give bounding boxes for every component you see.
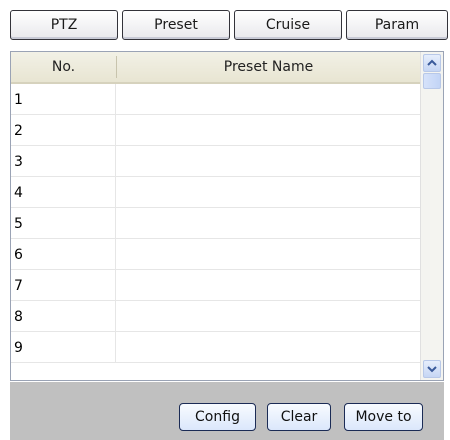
cell-no: 5 — [11, 208, 116, 239]
table-row[interactable]: 5 — [11, 208, 420, 239]
chevron-down-icon — [427, 366, 437, 373]
table-row[interactable]: 8 — [11, 301, 420, 332]
table-row[interactable]: 4 — [11, 177, 420, 208]
vertical-scrollbar[interactable] — [420, 52, 443, 380]
tab-bar: PTZ Preset Cruise Param — [10, 10, 448, 44]
scroll-down-button[interactable] — [423, 360, 441, 378]
table-row[interactable]: 2 — [11, 115, 420, 146]
scroll-up-button[interactable] — [423, 54, 441, 72]
tab-cruise[interactable]: Cruise — [234, 10, 342, 40]
tab-preset[interactable]: Preset — [122, 10, 230, 40]
cell-preset-name — [117, 332, 420, 363]
move-to-button[interactable]: Move to — [344, 403, 423, 431]
cell-no: 9 — [11, 332, 116, 363]
cell-preset-name — [117, 208, 420, 239]
chevron-up-icon — [427, 59, 437, 66]
cell-no: 4 — [11, 177, 116, 208]
table-row[interactable]: 7 — [11, 270, 420, 301]
cell-preset-name — [117, 239, 420, 270]
table-body: 1 2 3 4 5 6 7 8 9 — [11, 84, 420, 363]
cell-no: 6 — [11, 239, 116, 270]
table-row[interactable]: 3 — [11, 146, 420, 177]
cell-no: 1 — [11, 84, 116, 115]
cell-preset-name — [117, 115, 420, 146]
cell-preset-name — [117, 301, 420, 332]
column-header-preset-name: Preset Name — [223, 59, 314, 75]
preset-table: No. Preset Name 1 2 3 4 5 6 7 8 9 — [10, 51, 444, 381]
cell-preset-name — [117, 146, 420, 177]
cell-no: 8 — [11, 301, 116, 332]
tab-param[interactable]: Param — [346, 10, 448, 40]
table-row[interactable]: 1 — [11, 84, 420, 115]
table-header: No. Preset Name — [11, 52, 420, 84]
table-row[interactable]: 6 — [11, 239, 420, 270]
scrollbar-thumb[interactable] — [423, 73, 441, 89]
config-button[interactable]: Config — [179, 403, 256, 431]
action-bar: Config Clear Move to — [10, 382, 444, 440]
table-row[interactable]: 9 — [11, 332, 420, 363]
tab-ptz[interactable]: PTZ — [10, 10, 118, 40]
cell-no: 7 — [11, 270, 116, 301]
cell-preset-name — [117, 84, 420, 115]
cell-preset-name — [117, 177, 420, 208]
cell-no: 2 — [11, 115, 116, 146]
cell-no: 3 — [11, 146, 116, 177]
cell-preset-name — [117, 270, 420, 301]
column-header-no: No. — [51, 59, 76, 75]
clear-button[interactable]: Clear — [267, 403, 331, 431]
